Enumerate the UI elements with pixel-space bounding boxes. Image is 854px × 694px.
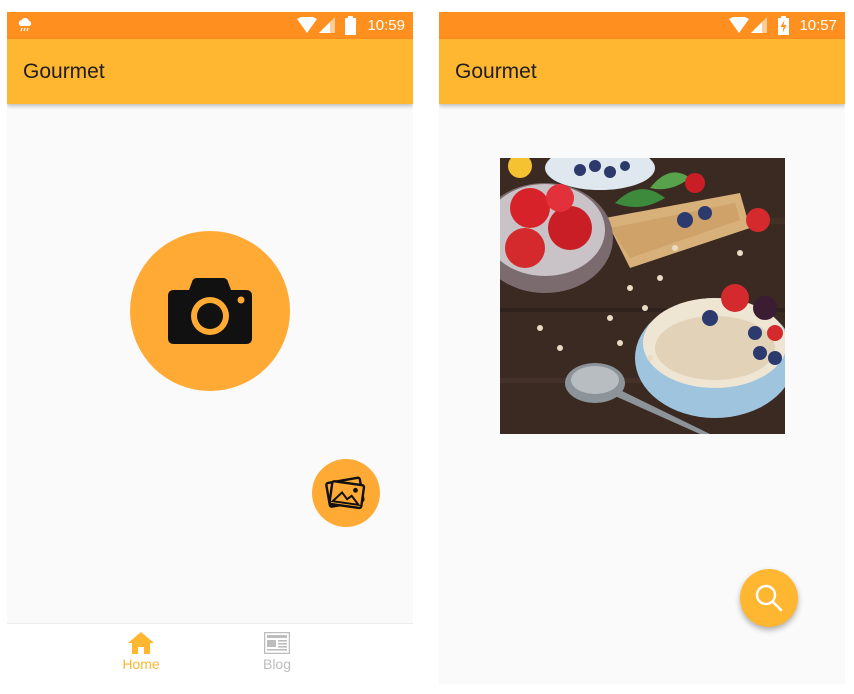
- home-icon: [128, 632, 154, 654]
- cloud-rain-icon: [18, 18, 32, 32]
- nav-item-home[interactable]: Home: [101, 632, 181, 672]
- phone-screen-result: 10:57 Gourmet: [439, 12, 845, 684]
- search-icon: [755, 584, 783, 612]
- battery-charging-icon: [778, 16, 789, 35]
- gallery-button[interactable]: [312, 459, 380, 527]
- signal-icon: [751, 17, 767, 33]
- app-title: Gourmet: [23, 60, 105, 83]
- status-time: 10:57: [799, 17, 837, 34]
- status-bar: 10:57: [439, 12, 845, 39]
- search-button[interactable]: [740, 569, 798, 627]
- signal-icon: [319, 17, 335, 33]
- wifi-icon: [729, 17, 749, 33]
- status-bar: 10:59: [7, 12, 413, 39]
- phone-screen-home: 10:59 Gourmet Home Blog: [7, 12, 413, 684]
- status-time: 10:59: [367, 17, 405, 34]
- camera-button[interactable]: [130, 231, 290, 391]
- camera-icon: [168, 278, 252, 344]
- battery-icon: [345, 16, 356, 35]
- app-bar: Gourmet: [7, 39, 413, 104]
- app-bar: Gourmet: [439, 39, 845, 104]
- food-photo: [500, 158, 785, 434]
- nav-label-blog: Blog: [262, 656, 292, 672]
- newspaper-icon: [264, 632, 290, 654]
- app-title: Gourmet: [455, 60, 537, 83]
- bottom-nav: Home Blog: [7, 623, 413, 684]
- nav-item-blog[interactable]: Blog: [237, 632, 317, 672]
- photos-icon: [325, 476, 366, 510]
- wifi-icon: [297, 17, 317, 33]
- nav-label-home: Home: [122, 656, 160, 672]
